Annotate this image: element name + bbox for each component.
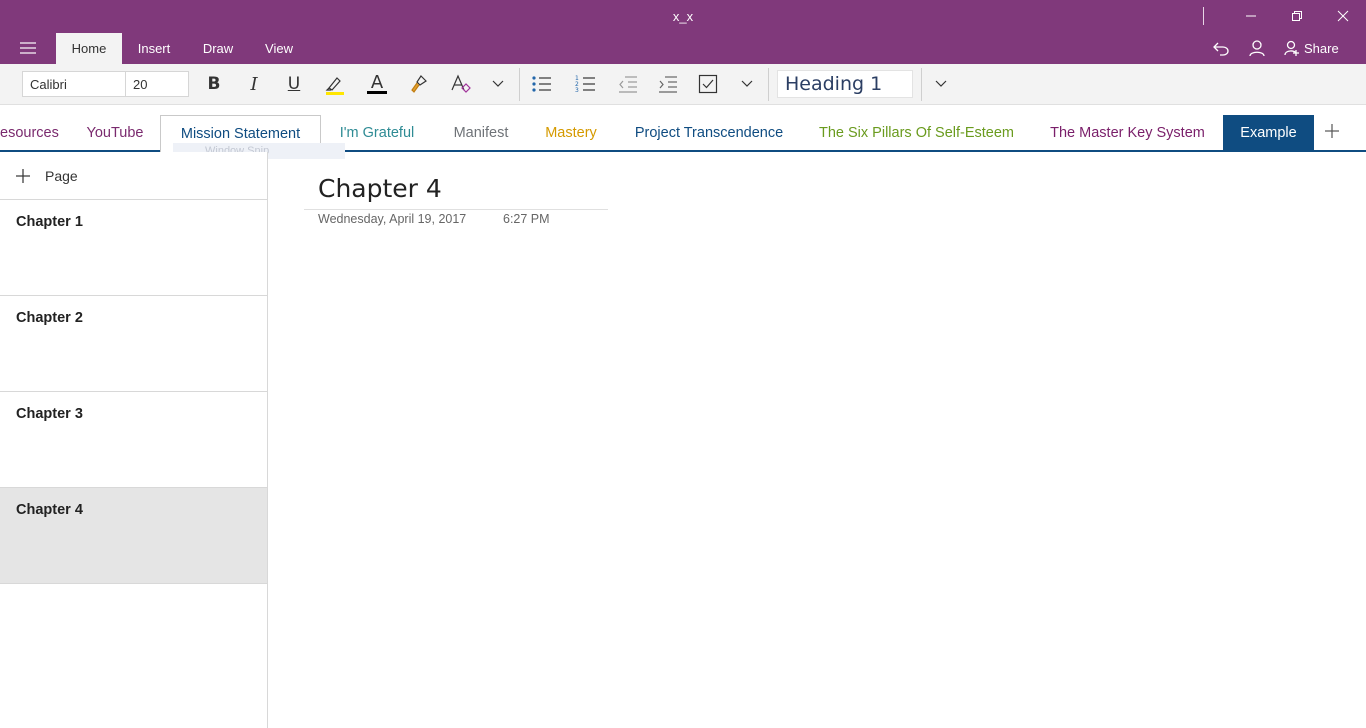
bullets-button[interactable] bbox=[527, 71, 557, 97]
section-tab-resources[interactable]: esources bbox=[0, 115, 68, 150]
bullet-list-icon bbox=[532, 76, 551, 92]
section-tab-master-key-system[interactable]: The Master Key System bbox=[1038, 115, 1217, 150]
section-tab-project-transcendence[interactable]: Project Transcendence bbox=[622, 115, 796, 150]
page-item-chapter-2[interactable]: Chapter 2 bbox=[0, 296, 267, 392]
share-label: Share bbox=[1304, 40, 1339, 56]
page-title[interactable]: Chapter 4 bbox=[318, 174, 442, 203]
add-page-button[interactable]: Page bbox=[0, 152, 267, 200]
bold-button[interactable]: B bbox=[199, 71, 229, 97]
undo-button[interactable] bbox=[1209, 37, 1233, 59]
minimize-icon bbox=[1246, 15, 1256, 17]
title-bar-divider bbox=[1203, 7, 1204, 25]
page-time: 6:27 PM bbox=[503, 212, 550, 226]
underline-icon: U bbox=[287, 74, 301, 94]
minimize-button[interactable] bbox=[1228, 0, 1274, 32]
hamburger-icon bbox=[20, 42, 36, 54]
share-person-icon bbox=[1284, 40, 1299, 56]
close-button[interactable] bbox=[1320, 0, 1366, 32]
restore-button[interactable] bbox=[1274, 0, 1320, 32]
decrease-indent-button[interactable] bbox=[613, 71, 643, 97]
highlighter-icon bbox=[325, 77, 344, 95]
tab-draw[interactable]: Draw bbox=[192, 33, 244, 64]
chevron-down-icon bbox=[492, 80, 504, 87]
window-title: x_x bbox=[672, 9, 694, 24]
font-name-field[interactable]: Calibri bbox=[22, 71, 126, 97]
title-bar: x_x Home Insert Draw View Share bbox=[0, 0, 1366, 64]
tab-home[interactable]: Home bbox=[56, 33, 122, 64]
indent-icon bbox=[659, 76, 677, 93]
increase-indent-button[interactable] bbox=[653, 71, 683, 97]
styles-dropdown-button[interactable] bbox=[926, 71, 956, 97]
style-selector[interactable]: Heading 1 bbox=[777, 70, 913, 98]
clear-format-icon bbox=[451, 74, 471, 93]
highlight-button[interactable] bbox=[320, 71, 350, 97]
onenote-window: x_x Home Insert Draw View Share Calibri … bbox=[0, 0, 1366, 728]
title-divider bbox=[304, 209, 608, 210]
more-tags-button[interactable] bbox=[732, 71, 762, 97]
tab-view[interactable]: View bbox=[254, 33, 304, 64]
clear-formatting-button[interactable] bbox=[445, 71, 475, 97]
page-item-chapter-3[interactable]: Chapter 3 bbox=[0, 392, 267, 488]
home-toolbar: Calibri 20 B I U A 1 2 3 Heading 1 bbox=[0, 64, 1366, 105]
plus-icon bbox=[16, 168, 30, 183]
format-painter-button[interactable] bbox=[404, 71, 434, 97]
account-button[interactable] bbox=[1245, 37, 1269, 59]
add-page-label: Page bbox=[45, 167, 78, 184]
font-color-icon: A bbox=[370, 72, 384, 93]
toolbar-divider bbox=[519, 68, 520, 101]
font-size-field[interactable]: 20 bbox=[126, 71, 189, 97]
undo-icon bbox=[1213, 42, 1229, 56]
close-icon bbox=[1337, 10, 1349, 22]
page-item-chapter-4[interactable]: Chapter 4 bbox=[0, 488, 267, 584]
toolbar-divider bbox=[768, 68, 769, 101]
plus-icon bbox=[1325, 124, 1339, 138]
italic-icon: I bbox=[250, 73, 258, 95]
page-item-chapter-1[interactable]: Chapter 1 bbox=[0, 200, 267, 296]
chevron-down-icon bbox=[935, 80, 947, 87]
share-button[interactable]: Share bbox=[1284, 37, 1339, 59]
svg-text:3: 3 bbox=[575, 87, 579, 94]
bold-icon: B bbox=[207, 74, 221, 94]
font-color-swatch bbox=[367, 91, 387, 94]
paintbrush-icon bbox=[411, 75, 427, 93]
page-canvas[interactable]: Chapter 4 Wednesday, April 19, 2017 6:27… bbox=[268, 152, 1366, 728]
chevron-down-icon bbox=[741, 80, 753, 87]
person-icon bbox=[1249, 40, 1265, 57]
section-tab-manifest[interactable]: Manifest bbox=[440, 115, 522, 150]
underline-button[interactable]: U bbox=[279, 71, 309, 97]
section-tabs: esources YouTube Mission Statement I'm G… bbox=[0, 105, 1366, 159]
section-tab-example[interactable]: Example bbox=[1223, 115, 1314, 150]
navigation-menu-button[interactable] bbox=[12, 36, 44, 60]
font-color-button[interactable]: A bbox=[362, 71, 392, 97]
checkbox-icon bbox=[698, 74, 718, 94]
section-tab-youtube[interactable]: YouTube bbox=[74, 115, 156, 150]
add-section-button[interactable] bbox=[1320, 119, 1344, 143]
page-list: Page Chapter 1 Chapter 2 Chapter 3 Chapt… bbox=[0, 152, 268, 728]
restore-icon bbox=[1292, 11, 1302, 21]
toolbar-divider bbox=[921, 68, 922, 101]
italic-button[interactable]: I bbox=[239, 71, 269, 97]
section-tab-mastery[interactable]: Mastery bbox=[535, 115, 607, 150]
numbered-list-icon: 1 2 3 bbox=[575, 75, 595, 94]
page-date: Wednesday, April 19, 2017 bbox=[318, 212, 467, 226]
section-tab-six-pillars[interactable]: The Six Pillars Of Self-Esteem bbox=[807, 115, 1026, 150]
outdent-icon bbox=[619, 76, 637, 93]
numbering-button[interactable]: 1 2 3 bbox=[571, 71, 601, 97]
more-formatting-button[interactable] bbox=[483, 71, 513, 97]
todo-tag-button[interactable] bbox=[693, 71, 723, 97]
tab-insert[interactable]: Insert bbox=[128, 33, 180, 64]
